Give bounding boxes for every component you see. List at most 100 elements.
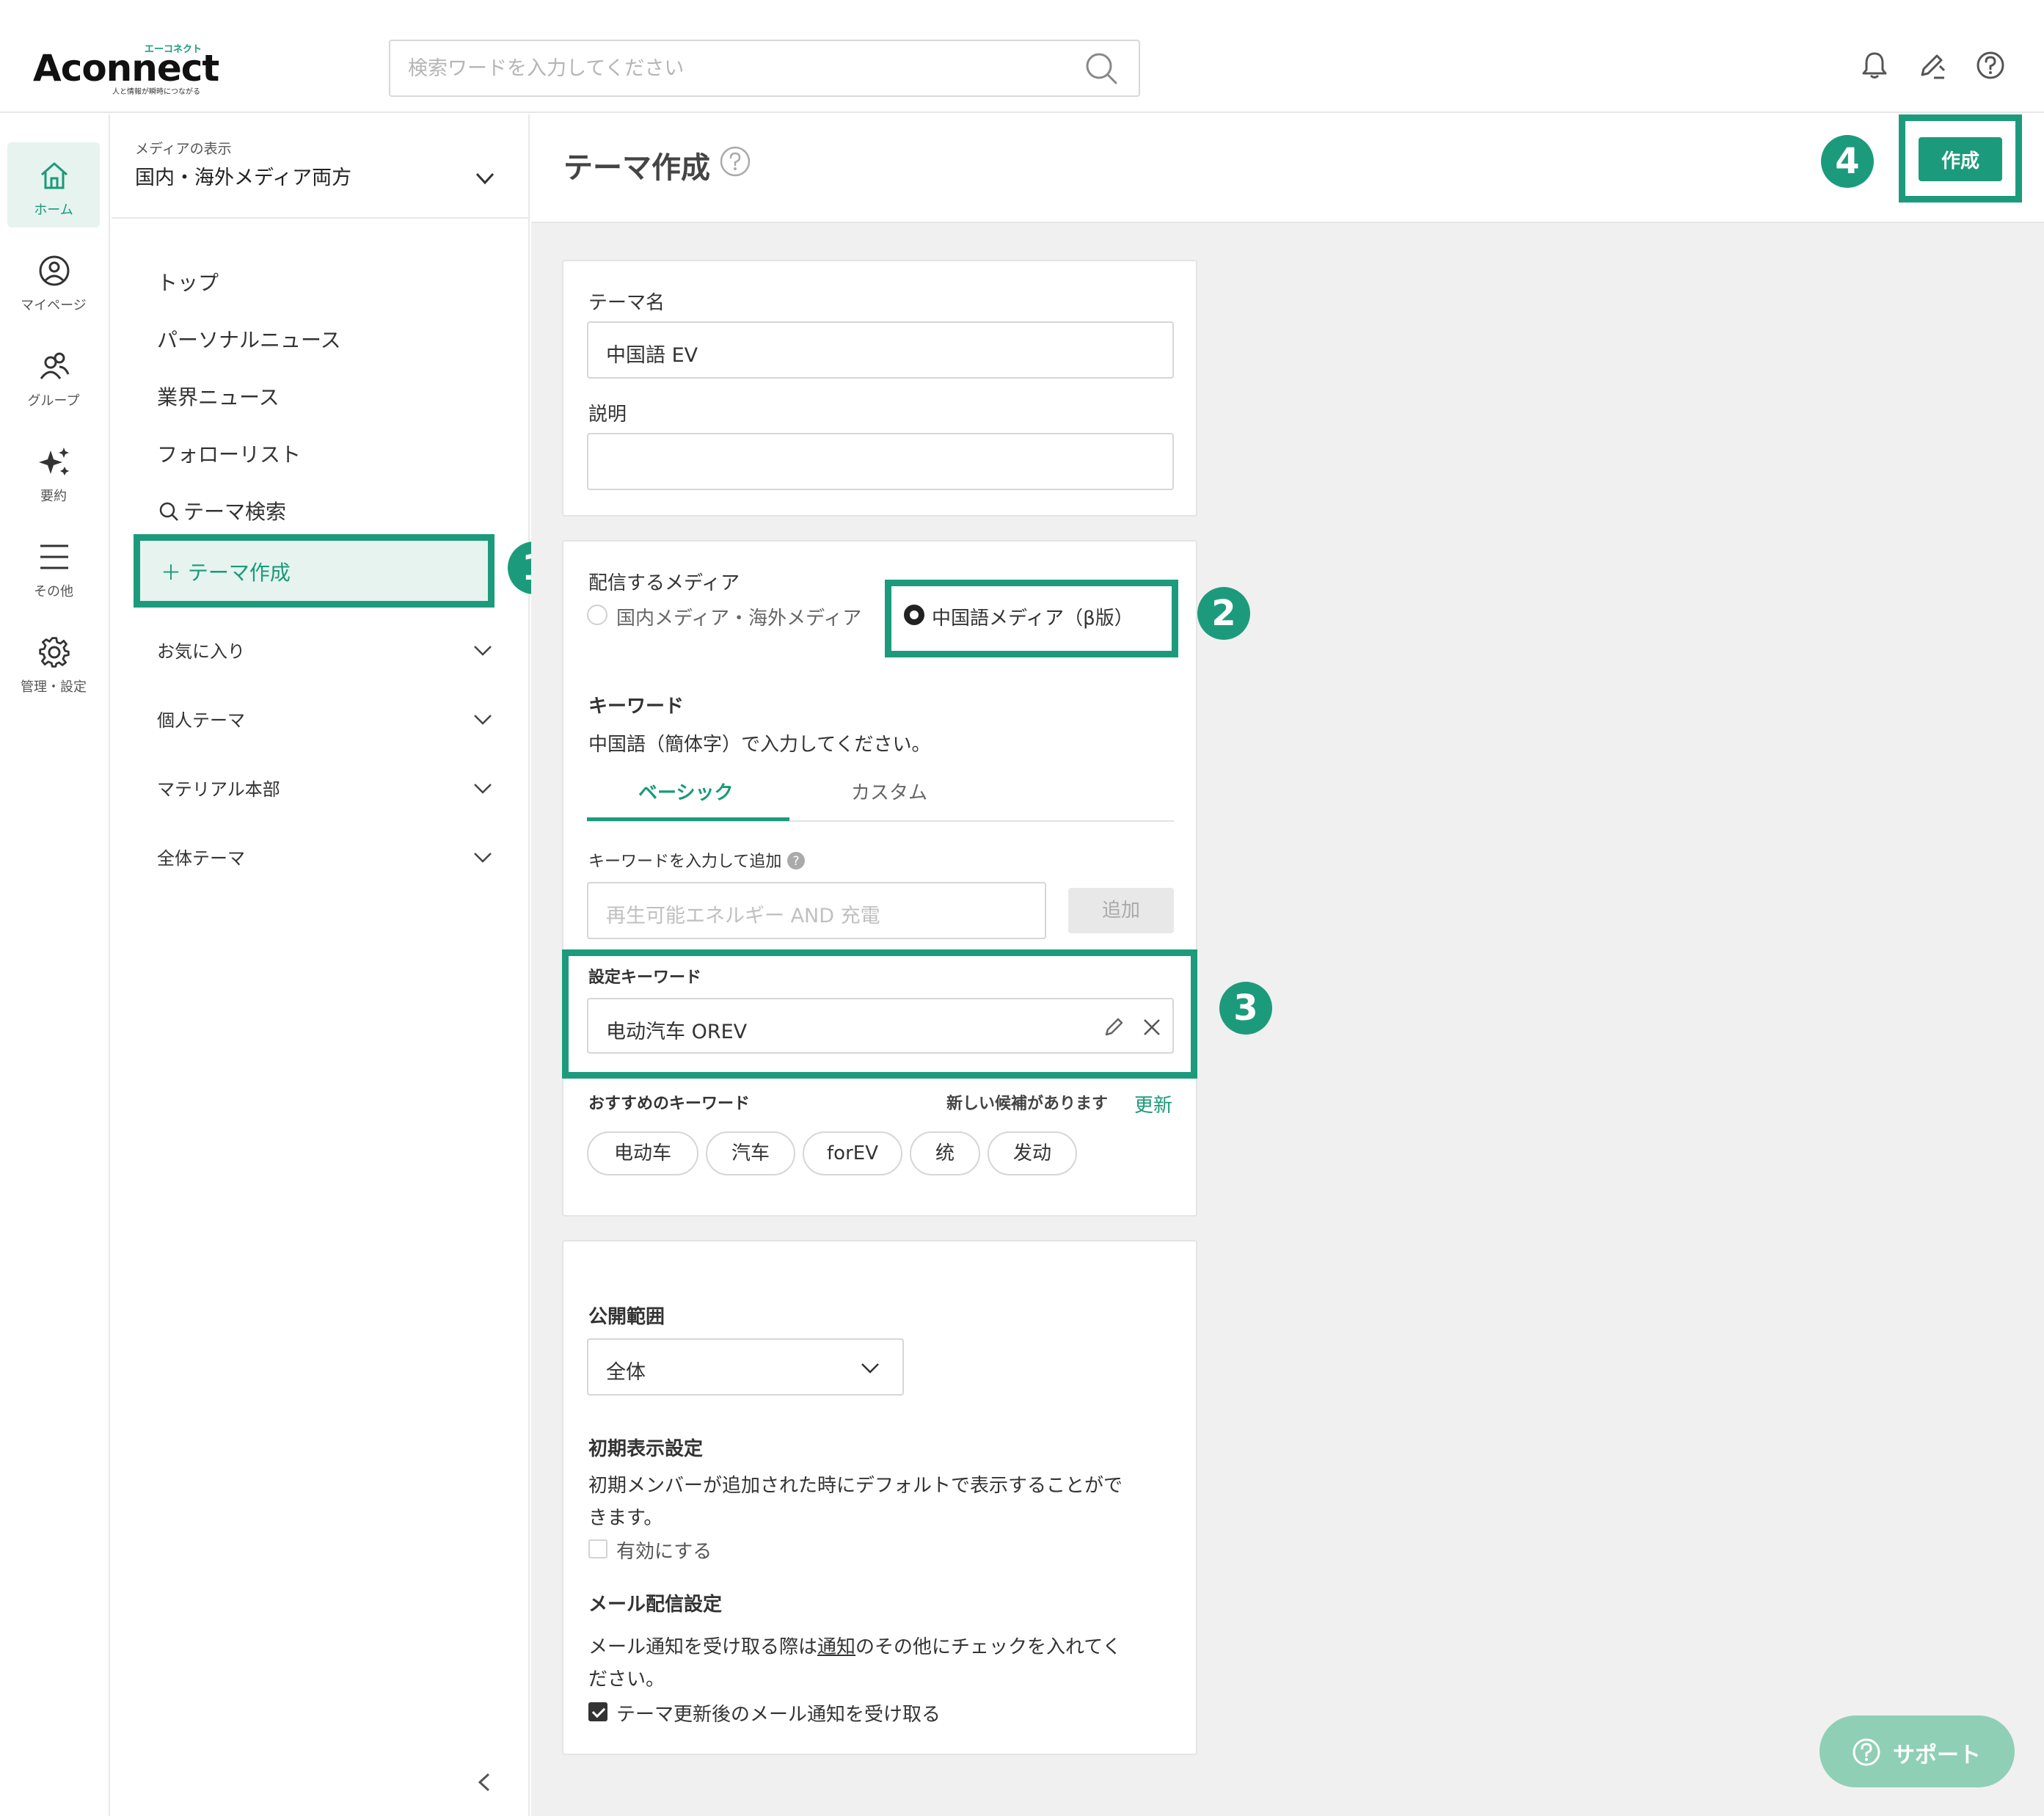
theme-name-label: テーマ名 [588, 292, 665, 314]
rail-item-other[interactable]: その他 [7, 524, 100, 609]
mail-setting-text-2: ださい。 [588, 1669, 665, 1691]
nav-item-create-theme[interactable]: ＋ テーマ作成 [134, 534, 494, 608]
help-icon[interactable] [719, 145, 751, 178]
page-titlebar: テーマ作成 4 作成 [531, 114, 2044, 223]
callout-4: 4 [1821, 135, 1874, 188]
logo-tagline: 人と情報が瞬時につながる [112, 88, 200, 96]
keyword-chip[interactable]: 发动 [988, 1131, 1077, 1175]
accordion-personal-label: 個人テーマ [157, 710, 245, 731]
callout-2: 2 [1197, 587, 1250, 640]
aconnect-logo[interactable]: Aconnect エーコネクト 人と情報が瞬時につながる [33, 43, 224, 96]
accordion-favorites[interactable]: お気に入り [157, 632, 494, 669]
left-rail: ホーム マイページ グループ 要約 その他 管理・設定 [0, 114, 110, 1816]
chevron-left-icon[interactable] [471, 1768, 499, 1796]
edit-icon[interactable] [1916, 50, 1947, 81]
add-keyword-button[interactable]: 追加 [1068, 888, 1174, 933]
nav-theme-search-label: テーマ検索 [183, 500, 287, 524]
nav-item-follow-list[interactable]: フォローリスト [157, 439, 301, 468]
media-label: 配信するメディア [588, 572, 740, 594]
tab-basic[interactable]: ベーシック [638, 778, 733, 805]
home-icon [41, 162, 67, 189]
menu-icon [40, 544, 68, 569]
create-button[interactable]: 作成 [1919, 137, 2002, 181]
theme-name-input[interactable]: 中国語 EV [587, 321, 1174, 379]
rail-item-mypage[interactable]: マイページ [7, 238, 100, 323]
chevron-down-icon [474, 784, 492, 794]
notification-link[interactable]: 通知 [817, 1636, 855, 1658]
help-icon [1853, 1738, 1880, 1766]
logo-kana: エーコネクト [145, 44, 202, 55]
gear-icon [39, 637, 70, 668]
radio-domestic-overseas[interactable] [587, 605, 607, 625]
help-icon[interactable]: ? [786, 851, 806, 870]
suggest-label: おすすめのキーワード [588, 1095, 751, 1113]
set-keyword-value: 电动汽车 OREV [606, 1021, 748, 1043]
callout-3: 3 [1219, 982, 1272, 1035]
support-button[interactable]: サポート [1819, 1715, 2015, 1787]
media-display-select[interactable]: メディアの表示 国内・海外メディア両方 [112, 114, 530, 219]
search-icon[interactable] [1084, 51, 1118, 85]
nav-item-top[interactable]: トップ [157, 267, 219, 296]
accordion-personal-themes[interactable]: 個人テーマ [157, 701, 494, 738]
keyword-chip[interactable]: forEV [803, 1131, 902, 1175]
tab-custom[interactable]: カスタム [851, 778, 927, 805]
sidebar: メディアの表示 国内・海外メディア両方 トップ パーソナルニュース 業界ニュース… [112, 114, 561, 1816]
keyword-input-placeholder: 再生可能エネルギー AND 充電 [606, 905, 880, 927]
search-box [389, 40, 1140, 97]
scope-value: 全体 [606, 1361, 646, 1384]
mail-text-part-b: のその他にチェックを入れてく [855, 1636, 1122, 1658]
description-label: 説明 [588, 404, 627, 426]
group-icon [40, 352, 70, 379]
pencil-icon[interactable] [1102, 1015, 1125, 1039]
app-header: Aconnect エーコネクト 人と情報が瞬時につながる [0, 0, 2044, 113]
scope-select[interactable]: 全体 [587, 1338, 904, 1396]
enable-label: 有効にする [616, 1541, 712, 1563]
radio-chinese-media[interactable] [904, 605, 924, 625]
keyword-note: 中国語（簡体字）で入力してください。 [588, 734, 931, 756]
bell-icon[interactable] [1859, 50, 1890, 81]
radio-domestic-overseas-label: 国内メディア・海外メディア [616, 608, 862, 630]
chevron-down-icon [475, 172, 494, 185]
rail-label-summary: 要約 [40, 489, 67, 504]
rail-item-settings[interactable]: 管理・設定 [7, 619, 100, 704]
keyword-chip[interactable]: 统 [910, 1131, 980, 1175]
chevron-down-icon [474, 853, 492, 863]
description-input[interactable] [587, 433, 1174, 490]
tab-active-underline [587, 817, 789, 821]
scope-label: 公開範囲 [588, 1306, 665, 1328]
accordion-materials-hq[interactable]: マテリアル本部 [157, 770, 494, 807]
mail-notify-label: テーマ更新後のメール通知を受け取る [616, 1704, 941, 1726]
enable-checkbox[interactable] [588, 1539, 607, 1558]
nav-item-personal-news[interactable]: パーソナルニュース [157, 324, 341, 354]
nav-item-theme-search[interactable]: テーマ検索 [158, 496, 286, 525]
nav-item-industry-news[interactable]: 業界ニュース [157, 382, 280, 411]
search-input[interactable] [390, 41, 1080, 95]
close-icon[interactable] [1140, 1015, 1164, 1039]
mail-notify-checkbox[interactable] [588, 1702, 607, 1721]
create-button-highlight: 作成 [1899, 114, 2022, 203]
initial-display-text-2: きます。 [588, 1507, 663, 1529]
media-display-value: 国内・海外メディア両方 [135, 167, 352, 189]
keyword-chip[interactable]: 电动车 [587, 1131, 698, 1175]
accordion-all-themes[interactable]: 全体テーマ [157, 839, 494, 876]
rail-item-summary[interactable]: 要約 [7, 429, 100, 514]
rail-item-home[interactable]: ホーム [7, 142, 100, 227]
chevron-down-icon [474, 715, 492, 725]
keyword-chip[interactable]: 汽车 [706, 1131, 795, 1175]
keyword-input-label: キーワードを入力して追加 ? [588, 848, 806, 872]
rail-label-group: グループ [27, 393, 80, 409]
rail-item-group[interactable]: グループ [7, 333, 100, 418]
initial-display-text-1: 初期メンバーが追加された時にデフォルトで表示することがで [588, 1475, 1123, 1497]
svg-text:?: ? [793, 854, 800, 869]
chevron-down-icon [861, 1363, 879, 1374]
initial-display-label: 初期表示設定 [588, 1438, 704, 1460]
page-title: テーマ作成 [563, 151, 710, 185]
theme-basic-card: テーマ名 中国語 EV 説明 [562, 260, 1197, 517]
keyword-input[interactable]: 再生可能エネルギー AND 充電 [587, 882, 1046, 939]
mail-text-part-a: メール通知を受け取る際は [588, 1636, 818, 1658]
sparkle-icon [39, 448, 69, 475]
suggest-refresh-link[interactable]: 更新 [1134, 1090, 1172, 1117]
search-icon [159, 502, 178, 521]
help-icon[interactable] [1975, 50, 2006, 81]
suggest-new-text: 新しい候補があります [946, 1095, 1109, 1113]
